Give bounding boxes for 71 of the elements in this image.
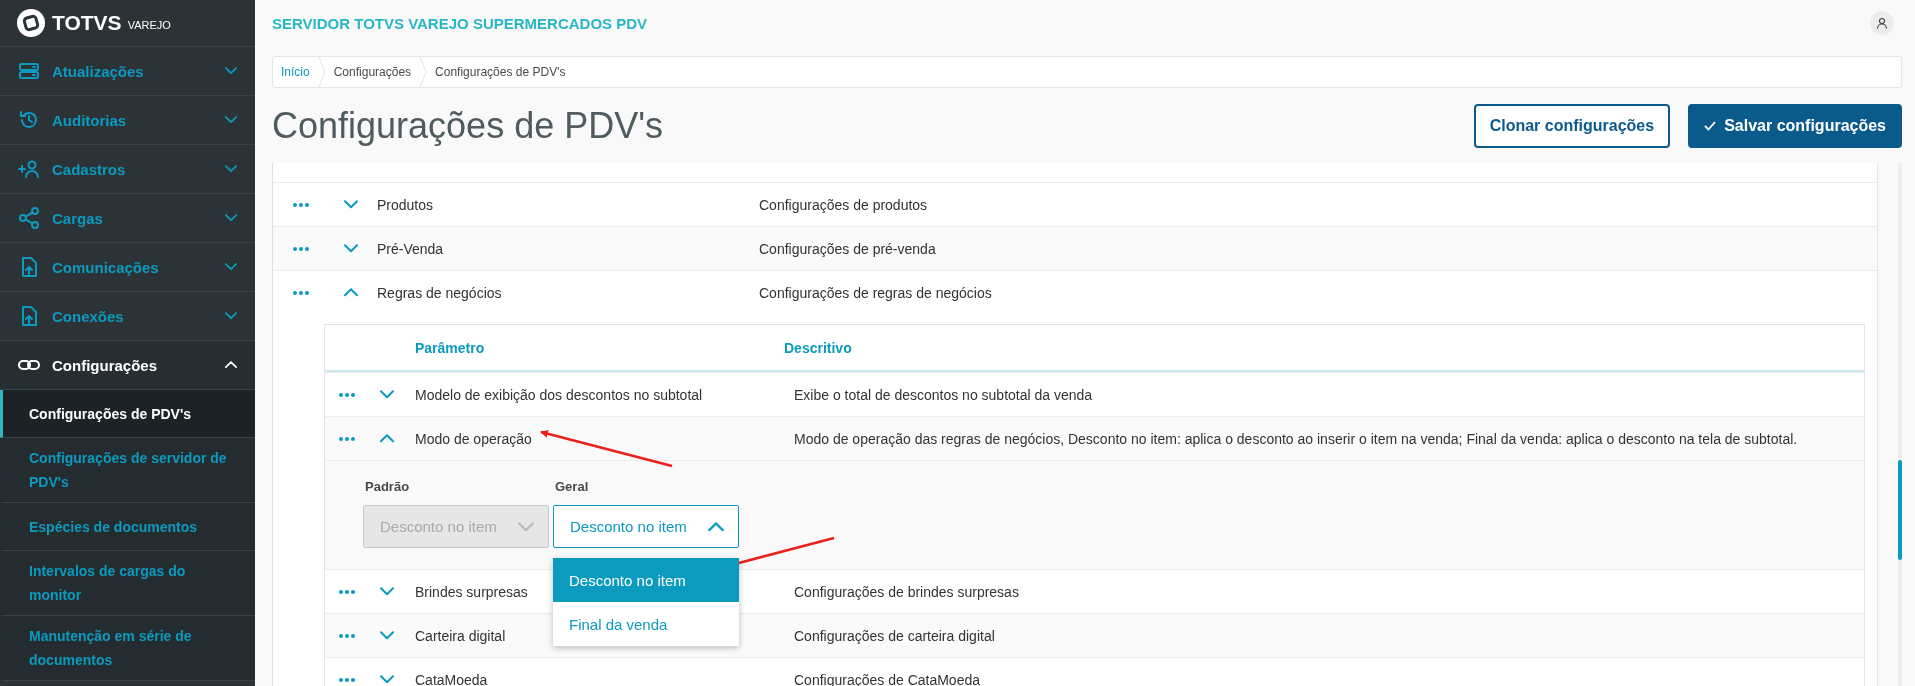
dropdown-option[interactable]: Desconto no item — [553, 558, 739, 602]
chevron-up-icon — [225, 361, 237, 369]
field-label: Padrão — [365, 479, 411, 496]
chevron-down-icon — [518, 521, 534, 532]
chevron-down-icon — [225, 67, 237, 75]
more-icon[interactable] — [293, 290, 309, 295]
add-user-icon — [18, 158, 40, 180]
group-name: Pré-Venda — [377, 240, 444, 257]
nav-subitem[interactable]: Manutenção em série de documentos — [0, 616, 255, 681]
field-label: Geral — [555, 479, 590, 496]
logo-brand: TOTVS — [52, 11, 122, 35]
more-icon[interactable] — [339, 633, 355, 638]
chevron-down-icon[interactable] — [344, 244, 358, 253]
parameter-name: Modo de operação — [415, 430, 532, 447]
group-description: Configurações de pré-venda — [759, 240, 936, 257]
chevron-down-icon — [225, 312, 237, 320]
chevron-down-icon[interactable] — [380, 587, 394, 596]
clone-button[interactable]: Clonar configurações — [1473, 104, 1671, 148]
chevron-down-icon[interactable] — [380, 390, 394, 399]
more-icon[interactable] — [293, 202, 309, 207]
history-icon — [18, 109, 40, 131]
breadcrumb-item: Configurações — [332, 65, 413, 79]
nav-subitem[interactable]: Espécies de documentos — [0, 503, 255, 551]
parameter-name: Modelo de exibição dos descontos no subtotal — [415, 386, 703, 403]
logo-icon — [16, 8, 46, 38]
user-icon — [1876, 17, 1888, 29]
column-header: Parâmetro — [415, 339, 485, 356]
nav-subitem[interactable]: Intervalos de cargas do monitor — [0, 551, 255, 616]
chevron-up-icon[interactable] — [380, 434, 394, 443]
breadcrumb-link[interactable]: Início — [273, 65, 318, 79]
nav-item[interactable]: Configurações — [0, 341, 255, 390]
parameter-description: Modo de operação das regras de negócios, Desconto no item: aplica o desconto ao inserir o item na venda; Final da venda: aplica o desconto na tela de subtotal. — [794, 430, 1798, 447]
more-icon[interactable] — [339, 392, 355, 397]
chevron-up-icon[interactable] — [344, 288, 358, 297]
chevron-down-icon — [225, 263, 237, 271]
chevron-down-icon[interactable] — [380, 675, 394, 684]
logo-product: VAREJO — [127, 18, 171, 31]
scrollbar-thumb[interactable] — [1898, 460, 1902, 560]
more-icon[interactable] — [293, 246, 309, 251]
server-icon — [18, 60, 40, 82]
more-icon[interactable] — [339, 436, 355, 441]
chevron-down-icon — [225, 214, 237, 222]
group-name: Produtos — [377, 196, 434, 213]
chevron-down-icon — [225, 165, 237, 173]
parameter-name: CataMoeda — [415, 671, 488, 686]
chevron-up-icon — [708, 521, 724, 532]
nav-subitem[interactable]: Configurações de servidor de PDV's — [0, 438, 255, 503]
parameter-name: Brindes surpresas — [415, 583, 528, 600]
select-field[interactable]: Desconto no item — [553, 505, 739, 548]
breadcrumb-item: Configurações de PDV's — [434, 65, 567, 79]
chevron-down-icon[interactable] — [344, 200, 358, 209]
chevron-down-icon — [225, 116, 237, 124]
parameter-description: Configurações de carteira digital — [794, 627, 995, 644]
save-button[interactable]: Salvar configurações — [1688, 104, 1902, 148]
page-title: Configurações de PDV's — [272, 105, 664, 147]
share-icon — [18, 207, 40, 229]
chevron-down-icon[interactable] — [380, 631, 394, 640]
parameter-name: Carteira digital — [415, 627, 506, 644]
more-icon[interactable] — [339, 677, 355, 682]
group-description: Configurações de regras de negócios — [759, 284, 992, 301]
nav-subitem[interactable]: Configurações de PDV's — [0, 390, 255, 438]
check-icon — [1704, 121, 1717, 131]
dropdown-option[interactable]: Final da venda — [553, 602, 739, 646]
group-description: Configurações de produtos — [759, 196, 928, 213]
user-avatar[interactable] — [1870, 11, 1894, 35]
parameter-description: Configurações de brindes surpresas — [794, 583, 1019, 600]
parameter-description: Exibe o total de descontos no subtotal da venda — [794, 386, 1093, 403]
column-header: Descritivo — [784, 339, 852, 356]
more-icon[interactable] — [339, 589, 355, 594]
group-name: Regras de negócios — [377, 284, 502, 301]
app-title: SERVIDOR TOTVS VAREJO SUPERMERCADOS PDV — [272, 14, 648, 32]
